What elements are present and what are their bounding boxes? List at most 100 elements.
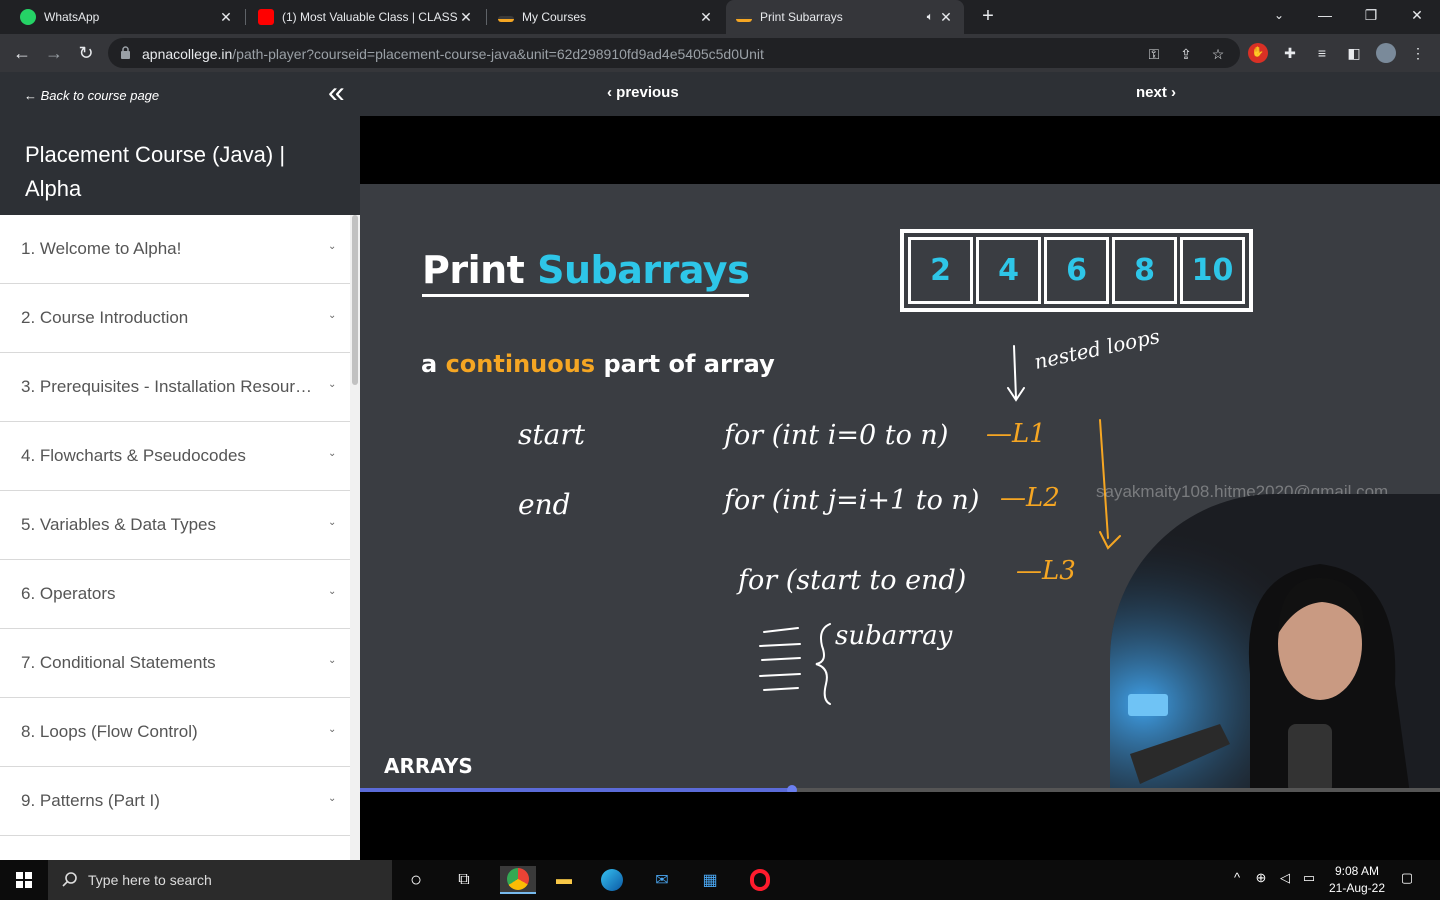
video-frame[interactable]: Print Subarrays 2 4 6 8 10 a continuous …	[360, 184, 1440, 792]
down-arrow-icon	[1007, 345, 1025, 402]
speaker-icon[interactable]: 🔈︎	[922, 11, 938, 24]
module-item[interactable]: 5. Variables & Data Types ⌄	[0, 491, 350, 560]
close-tab-icon[interactable]: ✕	[938, 9, 954, 26]
file-explorer-icon[interactable]: ▬	[550, 866, 578, 894]
chevron-down-icon: ⌄	[328, 517, 337, 528]
volume-icon[interactable]: ◁	[1276, 870, 1294, 890]
lesson-nav: ‹ previous next ›	[360, 72, 1440, 116]
mail-icon[interactable]: ✉	[648, 866, 676, 894]
tab-my-courses[interactable]: My Courses ✕	[488, 0, 724, 34]
key-icon[interactable]: ⚿	[1144, 44, 1164, 64]
chevron-down-icon: ⌄	[328, 586, 337, 597]
new-tab-button[interactable]: +	[976, 4, 1000, 28]
previous-button[interactable]: ‹ previous	[607, 84, 679, 101]
sidebar-header: ← Back to course page « Placement Course…	[0, 72, 360, 215]
tab-title: (1) Most Valuable Class | CLASS I	[282, 10, 458, 24]
extensions-puzzle-icon[interactable]: ✚	[1280, 43, 1300, 63]
tab-title: WhatsApp	[44, 10, 100, 24]
share-icon[interactable]: ⇪	[1176, 44, 1196, 64]
chevron-down-icon: ⌄	[328, 241, 337, 252]
chevron-down-icon: ⌄	[328, 448, 337, 459]
module-item[interactable]: 6. Operators ⌄	[0, 560, 350, 629]
tab-title: My Courses	[522, 10, 587, 24]
note-loop3: for (start to end)	[736, 565, 966, 596]
lock-icon	[121, 46, 130, 59]
browser-toolbar: ← → ↻ apnacollege.in/path-player?coursei…	[0, 34, 1440, 72]
module-item[interactable]: 9. Patterns (Part I) ⌄	[0, 767, 350, 836]
note-end: end	[518, 488, 571, 521]
note-tag-l3: —L3	[1016, 556, 1076, 586]
system-clock[interactable]: 9:08 AM 21-Aug-22	[1322, 863, 1392, 897]
module-item[interactable]: 7. Conditional Statements ⌄	[0, 629, 350, 698]
edge-icon[interactable]	[598, 866, 626, 894]
next-button[interactable]: next ›	[1136, 84, 1176, 101]
store-icon[interactable]: ▦	[696, 866, 724, 894]
video-controls-area	[360, 792, 1440, 860]
tab-whatsapp[interactable]: WhatsApp ✕	[10, 0, 244, 34]
screen: { "browser": { "tabs": [ {"title": "What…	[0, 0, 1440, 900]
media-control-icon[interactable]: ≡	[1312, 43, 1332, 63]
apna-college-icon	[736, 16, 752, 22]
close-tab-icon[interactable]: ✕	[218, 9, 234, 26]
task-view-icon[interactable]: ⧉	[450, 866, 478, 894]
close-tab-icon[interactable]: ✕	[458, 9, 474, 26]
note-loop1: for (int i=0 to n)	[722, 420, 948, 451]
module-item[interactable]: 2. Course Introduction ⌄	[0, 284, 350, 353]
note-start: start	[518, 418, 586, 451]
side-panel-icon[interactable]: ◧	[1344, 43, 1364, 63]
youtube-icon	[258, 9, 274, 25]
minimize-button[interactable]: —	[1302, 0, 1348, 34]
restore-button[interactable]: ❐	[1348, 0, 1394, 34]
note-nested: nested loops	[1032, 324, 1162, 374]
module-list: 1. Welcome to Alpha! ⌄ 2. Course Introduc…	[0, 215, 350, 836]
extension-stop-icon[interactable]: ✋	[1248, 43, 1268, 63]
back-to-course-link[interactable]: ← Back to course page	[24, 88, 159, 103]
cortana-icon[interactable]: ○	[402, 866, 430, 894]
video-letterbox	[360, 116, 1440, 184]
search-icon	[62, 872, 77, 887]
note-subarray: subarray	[835, 621, 953, 651]
whatsapp-icon	[20, 9, 36, 25]
forward-arrow-icon[interactable]: →	[42, 41, 66, 65]
address-bar[interactable]: apnacollege.in/path-player?courseid=plac…	[108, 38, 1240, 68]
chevron-down-icon: ⌄	[328, 310, 337, 321]
opera-icon[interactable]	[746, 866, 774, 894]
tab-search-icon[interactable]: ⌄	[1256, 0, 1302, 34]
close-tab-icon[interactable]: ✕	[698, 9, 714, 26]
windows-start-icon[interactable]	[0, 860, 48, 900]
note-tag-l2: —L2	[1000, 483, 1060, 513]
network-icon[interactable]: ▭	[1300, 870, 1318, 890]
course-sidebar: ← Back to course page « Placement Course…	[0, 72, 360, 860]
module-item[interactable]: 4. Flowcharts & Pseudocodes ⌄	[0, 422, 350, 491]
back-arrow-icon[interactable]: ←	[10, 41, 34, 65]
chevron-up-icon[interactable]: ^	[1228, 870, 1246, 890]
note-loop2: for (int j=i+1 to n)	[722, 485, 979, 516]
module-item[interactable]: 1. Welcome to Alpha! ⌄	[0, 215, 350, 284]
chevron-down-icon: ⌄	[328, 724, 337, 735]
tab-print-subarrays[interactable]: Print Subarrays 🔈︎ ✕	[726, 0, 964, 34]
star-icon[interactable]: ☆	[1208, 44, 1228, 64]
scrollbar-thumb[interactable]	[352, 215, 358, 385]
chevron-down-icon: ⌄	[328, 379, 337, 390]
collapse-sidebar-icon[interactable]: «	[328, 78, 354, 108]
windows-taskbar: Type here to search ○ ⧉ ▬ ✉ ▦ ^ ⊕ ◁ ▭ 9:…	[0, 860, 1440, 900]
stroke-lines	[759, 627, 801, 691]
module-item[interactable]: 8. Loops (Flow Control) ⌄	[0, 698, 350, 767]
taskbar-search-input[interactable]: Type here to search	[48, 860, 392, 900]
meet-now-icon[interactable]: ⊕	[1252, 870, 1270, 890]
chrome-icon[interactable]	[500, 866, 536, 894]
sidebar-scrollbar[interactable]	[350, 215, 360, 860]
kebab-menu-icon[interactable]: ⋮	[1408, 43, 1428, 63]
close-window-button[interactable]: ✕	[1394, 0, 1440, 34]
note-tag-l1: —L1	[986, 419, 1046, 449]
brace-stroke	[815, 623, 831, 705]
chevron-down-icon: ⌄	[328, 655, 337, 666]
chevron-down-icon: ⌄	[328, 793, 337, 804]
notification-icon[interactable]: ▢	[1398, 870, 1416, 890]
reload-icon[interactable]: ↻	[74, 41, 98, 65]
avatar[interactable]	[1376, 43, 1396, 63]
tab-title: Print Subarrays	[760, 10, 843, 24]
module-item[interactable]: 3. Prerequisites - Installation Resource…	[0, 353, 350, 422]
apna-college-icon	[498, 16, 514, 22]
tab-youtube[interactable]: (1) Most Valuable Class | CLASS I ✕	[248, 0, 484, 34]
